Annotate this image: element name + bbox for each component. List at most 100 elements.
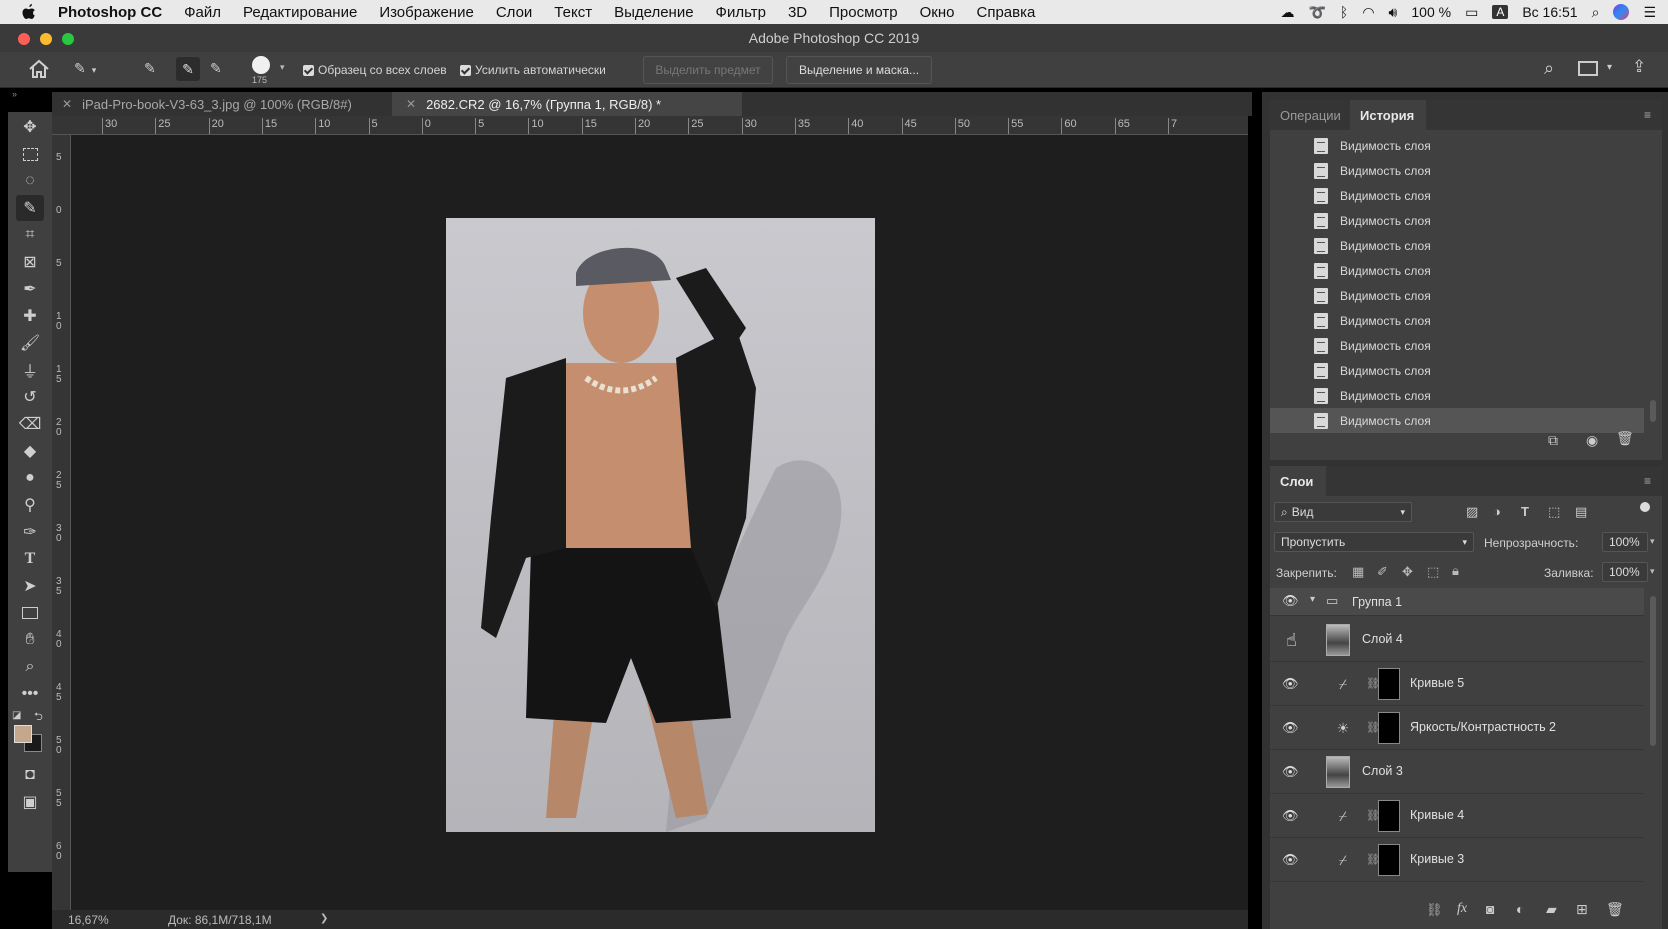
menu-file[interactable]: Файл: [184, 4, 221, 21]
lock-transparent-icon[interactable]: ▦: [1352, 564, 1364, 580]
dodge-tool-icon[interactable]: ⚲: [16, 492, 44, 518]
rectangle-tool-icon[interactable]: [16, 600, 44, 626]
vertical-ruler[interactable]: 5 0 5 1 0 1 5 2 0 2 5 3 0 3 5 4 0 4 5 5 0 5 5 6 0: [52, 135, 71, 910]
layer-row-group[interactable]: 👁︎ ▾ ▭ Группа 1: [1270, 588, 1644, 616]
delete-state-icon[interactable]: 🗑︎: [1616, 430, 1634, 447]
home-icon[interactable]: [28, 59, 50, 79]
menu-filter[interactable]: Фильтр: [716, 4, 766, 21]
workspace-switcher-icon[interactable]: [1578, 61, 1598, 76]
layer-row-brightness[interactable]: 👁︎ ☀ ⛓ Яркость/Контрастность 2: [1270, 706, 1644, 750]
clock[interactable]: Вс 16:51: [1522, 4, 1577, 20]
tab-history[interactable]: История: [1350, 100, 1426, 130]
visibility-eye-icon[interactable]: 👁︎: [1282, 808, 1299, 823]
new-selection-icon[interactable]: ✎: [144, 60, 156, 77]
notification-center-icon[interactable]: ☰: [1643, 4, 1656, 21]
menu-view[interactable]: Просмотр: [829, 4, 898, 21]
menu-image[interactable]: Изображение: [379, 4, 474, 21]
crop-tool-icon[interactable]: ⌗: [16, 222, 44, 248]
zoom-window-button[interactable]: [62, 33, 74, 45]
menu-select[interactable]: Выделение: [614, 4, 693, 21]
layer-row-pixel[interactable]: 👁︎ Слой 3: [1270, 750, 1644, 794]
history-state[interactable]: Видимость слоя: [1270, 283, 1644, 308]
siri-icon[interactable]: [1613, 4, 1630, 20]
foreground-color-swatch[interactable]: [14, 725, 32, 743]
layer-row-pixel[interactable]: Слой 4: [1270, 618, 1644, 662]
menu-layers[interactable]: Слои: [496, 4, 532, 21]
layer-name[interactable]: Кривые 5: [1410, 676, 1464, 690]
history-state[interactable]: Видимость слоя: [1270, 358, 1644, 383]
history-state[interactable]: Видимость слоя: [1270, 158, 1644, 183]
filter-adjustment-icon[interactable]: ◑: [1493, 504, 1501, 519]
opacity-input[interactable]: 100%: [1602, 532, 1648, 552]
menu-type[interactable]: Текст: [554, 4, 592, 21]
layer-style-fx-icon[interactable]: fx: [1457, 901, 1467, 917]
quick-mask-icon[interactable]: ◘: [16, 762, 44, 788]
chevron-down-icon[interactable]: ▾: [1607, 62, 1612, 73]
tab-ipad-pro-book[interactable]: ✕ iPad-Pro-book-V3-63_3.jpg @ 100% (RGB/…: [52, 92, 392, 116]
battery-icon[interactable]: ▭: [1465, 4, 1478, 21]
blur-tool-icon[interactable]: ●: [16, 465, 44, 491]
share-icon[interactable]: ⇪: [1632, 57, 1646, 77]
input-source-icon[interactable]: A: [1492, 5, 1509, 19]
panel-menu-icon[interactable]: ≡: [1644, 474, 1651, 488]
history-state[interactable]: Видимость слоя: [1270, 383, 1644, 408]
layer-name[interactable]: Группа 1: [1352, 595, 1402, 609]
frame-tool-icon[interactable]: ⊠: [16, 249, 44, 275]
minimize-window-button[interactable]: [40, 33, 52, 45]
spotlight-icon[interactable]: ⌕: [1592, 4, 1600, 21]
swap-colors-icon[interactable]: ⮌: [34, 708, 43, 727]
new-layer-icon[interactable]: ⊞: [1576, 901, 1588, 918]
hand-tool-icon[interactable]: ✋︎: [16, 627, 44, 653]
add-to-selection-icon[interactable]: ✎: [176, 57, 200, 81]
paint-bucket-tool-icon[interactable]: ◆: [16, 438, 44, 464]
history-scrollbar[interactable]: [1650, 400, 1656, 422]
type-tool-icon[interactable]: T: [16, 546, 44, 572]
wifi-icon[interactable]: ◠: [1362, 4, 1374, 21]
layer-mask-thumbnail[interactable]: [1378, 668, 1400, 700]
chevron-down-icon[interactable]: ▾: [1310, 594, 1315, 605]
menu-window[interactable]: Окно: [920, 4, 955, 21]
move-tool-icon[interactable]: ✥: [16, 114, 44, 140]
lock-image-icon[interactable]: ✐: [1377, 564, 1388, 580]
layers-scrollbar[interactable]: [1650, 596, 1656, 746]
layer-mask-thumbnail[interactable]: [1378, 800, 1400, 832]
healing-brush-tool-icon[interactable]: ✚: [16, 303, 44, 329]
history-state[interactable]: Видимость слоя: [1270, 233, 1644, 258]
creative-cloud-icon[interactable]: ☁: [1280, 4, 1294, 21]
tab-actions[interactable]: Операции: [1270, 100, 1350, 130]
tool-preset-picker[interactable]: ✎ ▾: [74, 60, 114, 80]
filter-shape-icon[interactable]: ⬚: [1548, 504, 1560, 520]
history-state[interactable]: Видимость слоя: [1270, 208, 1644, 233]
visibility-eye-icon[interactable]: 👁︎: [1282, 593, 1299, 608]
document-image[interactable]: [446, 218, 875, 832]
status-menu-arrow-icon[interactable]: ❯: [320, 913, 328, 924]
select-and-mask-button[interactable]: Выделение и маска...: [786, 56, 932, 84]
eraser-tool-icon[interactable]: ⌫: [16, 411, 44, 437]
canvas-area[interactable]: [71, 135, 1248, 910]
brush-tool-icon[interactable]: 🖌︎: [16, 330, 44, 356]
layer-row-curves[interactable]: 👁︎ ⌿ ⛓ Кривые 5: [1270, 662, 1644, 706]
zoom-level[interactable]: 16,67%: [68, 913, 109, 927]
layer-name[interactable]: Слой 3: [1362, 764, 1403, 778]
visibility-eye-icon[interactable]: 👁︎: [1282, 676, 1299, 691]
chevron-down-icon[interactable]: ▾: [1650, 536, 1655, 547]
panel-menu-icon[interactable]: ≡: [1644, 108, 1651, 122]
history-state[interactable]: Видимость слоя: [1270, 258, 1644, 283]
zoom-tool-icon[interactable]: ⌕: [16, 654, 44, 680]
layer-row-curves[interactable]: 👁︎ ⌿ ⛓ Кривые 3: [1270, 838, 1644, 882]
horizontal-ruler[interactable]: 30 25 20 15 10 5 0 5 10 15 20 25 30 35 40 45 50 55 60 65 7: [52, 116, 1248, 135]
history-state[interactable]: Видимость слоя: [1270, 408, 1644, 433]
quick-selection-tool-icon[interactable]: ✎: [16, 195, 44, 221]
visibility-eye-icon[interactable]: 👁︎: [1282, 764, 1299, 779]
brush-size-picker[interactable]: 175 ▾: [250, 55, 290, 85]
layer-name[interactable]: Кривые 3: [1410, 852, 1464, 866]
layer-mask-thumbnail[interactable]: [1378, 712, 1400, 744]
lock-artboard-icon[interactable]: ⬚: [1427, 564, 1439, 580]
sample-all-layers-checkbox[interactable]: Образец со всех слоев: [303, 63, 447, 77]
sync-icon[interactable]: ➰: [1308, 4, 1325, 21]
apple-menu-icon[interactable]: [0, 3, 58, 21]
chevron-down-icon[interactable]: ▾: [1650, 566, 1655, 577]
app-menu[interactable]: Photoshop CC: [58, 4, 162, 21]
menu-3d[interactable]: 3D: [788, 4, 807, 21]
filter-pixel-icon[interactable]: ▨: [1466, 504, 1478, 520]
